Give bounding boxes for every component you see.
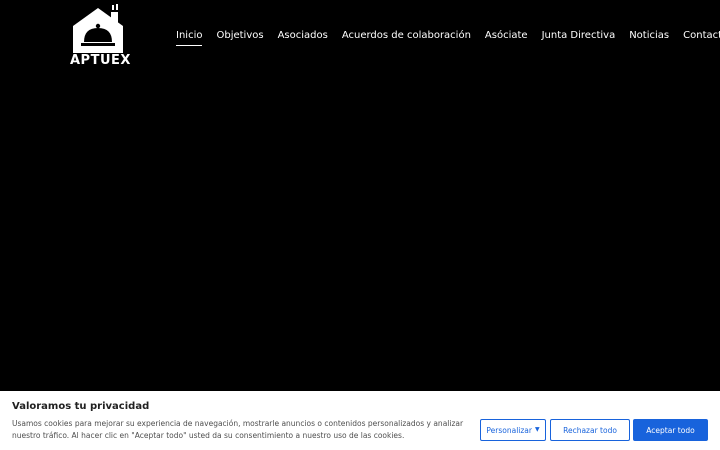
nav-item-objetivos[interactable]: Objetivos xyxy=(216,29,263,46)
nav-item-noticias[interactable]: Noticias xyxy=(629,29,669,46)
customize-label: Personalizar xyxy=(486,425,532,435)
caret-down-icon: ▼ xyxy=(534,426,540,433)
accept-all-button[interactable]: Aceptar todo xyxy=(633,419,708,441)
nav-item-acuerdos[interactable]: Acuerdos de colaboración xyxy=(342,29,471,46)
nav-item-asociate[interactable]: Asóciate xyxy=(485,29,528,46)
cookie-title: Valoramos tu privacidad xyxy=(12,401,150,412)
customize-button[interactable]: Personalizar ▼ xyxy=(480,419,546,441)
nav-item-junta-directiva[interactable]: Junta Directiva xyxy=(542,29,616,46)
house-cloche-icon xyxy=(73,4,123,53)
site-logo[interactable]: APTUEX xyxy=(70,4,131,70)
brand-name: APTUEX xyxy=(70,53,131,68)
nav-item-inicio[interactable]: Inicio xyxy=(176,29,203,46)
reject-all-button[interactable]: Rechazar todo xyxy=(550,419,630,441)
nav-item-contacto[interactable]: Contacto xyxy=(683,29,720,46)
cookie-banner: Valoramos tu privacidad Usamos cookies p… xyxy=(0,391,720,450)
main-nav: Inicio Objetivos Asociados Acuerdos de c… xyxy=(176,29,720,46)
cookie-description: Usamos cookies para mejorar su experienc… xyxy=(12,419,464,440)
nav-item-asociados[interactable]: Asociados xyxy=(278,29,328,46)
